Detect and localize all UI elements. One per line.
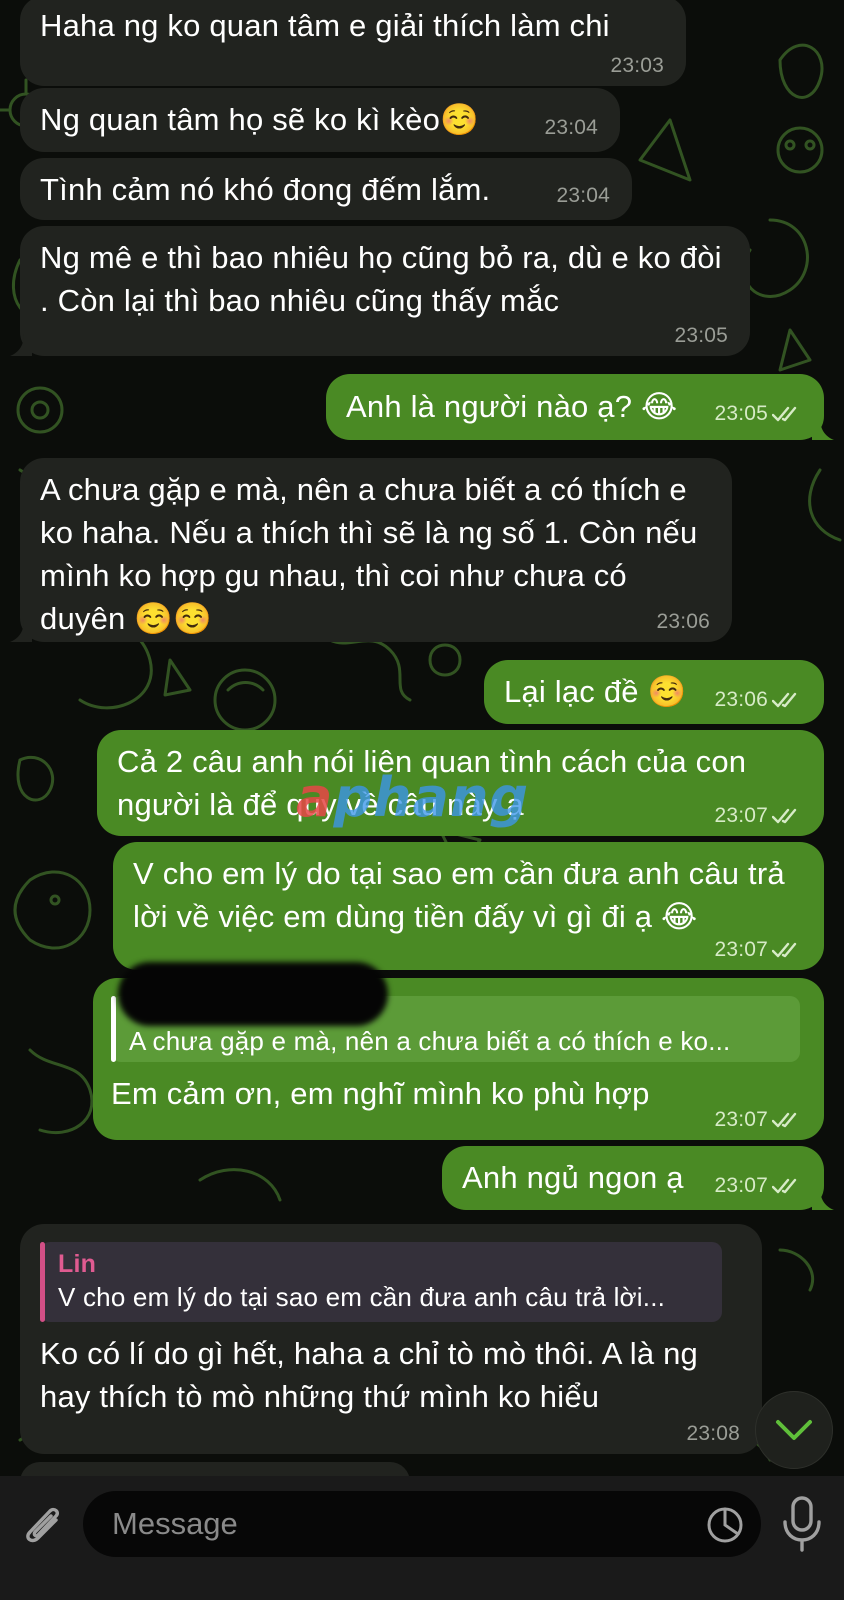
message-text: A chưa gặp e mà, nên a chưa biết a có th… [40,472,698,636]
paperclip-icon[interactable] [18,1498,68,1552]
microphone-icon[interactable] [781,1494,823,1554]
redaction-mark [118,962,388,1026]
bubble-tail [10,334,32,356]
message-time: 23:04 [544,116,598,139]
message-text: Haha ng ko quan tâm e giải thích làm chi [40,8,610,43]
double-check-icon [772,942,797,958]
incoming-message[interactable]: Ng quan tâm họ sẽ ko kì kèo☺️ 23:04 [20,88,620,152]
message-list[interactable]: Haha ng ko quan tâm e giải thích làm chi… [0,0,844,1502]
incoming-message[interactable]: Tình cảm nó khó đong đếm lắm. 23:04 [20,158,632,220]
message-time: 23:07 [714,1174,802,1198]
reply-quote[interactable]: Lin V cho em lý do tại sao em cần đưa an… [40,1242,722,1322]
incoming-message[interactable]: Ng mê e thì bao nhiêu họ cũng bỏ ra, dù … [10,226,750,356]
incoming-message[interactable]: A chưa gặp e mà, nên a chưa biết a có th… [10,458,732,642]
bubble-tail [812,418,834,440]
double-check-icon [772,692,797,708]
reply-sender-name: Lin [58,1250,97,1278]
outgoing-message[interactable]: Anh ngủ ngon ạ 23:07 [442,1146,834,1210]
double-check-icon [772,1178,797,1194]
message-time: 23:07 [714,1108,802,1132]
outgoing-message[interactable]: Anh là người nào ạ? 😂 23:05 [326,374,834,440]
chevron-down-icon [776,1420,812,1440]
scroll-to-bottom-button[interactable] [755,1391,833,1469]
message-composer [0,1476,844,1600]
message-input-field[interactable] [83,1491,761,1557]
sticker-icon[interactable] [706,1506,744,1544]
message-text: V cho em lý do tại sao em cần đưa anh câ… [133,856,785,934]
message-time: 23:03 [610,54,664,77]
message-time: 23:08 [686,1422,740,1445]
double-check-icon [772,406,797,422]
incoming-message[interactable]: Haha ng ko quan tâm e giải thích làm chi… [20,0,686,86]
message-time: 23:06 [656,610,710,633]
watermark-logo: aphang [296,766,530,829]
message-text: Em cảm ơn, em nghĩ mình ko phù hợp [111,1076,650,1111]
message-time: 23:05 [674,324,728,347]
double-check-icon [772,808,797,824]
message-text: Tình cảm nó khó đong đếm lắm. [40,172,491,207]
bubble-tail [812,1188,834,1210]
reply-quote-text: V cho em lý do tại sao em cần đưa anh câ… [58,1282,666,1312]
incoming-message[interactable]: Lin V cho em lý do tại sao em cần đưa an… [20,1224,762,1454]
message-text: Ko có lí do gì hết, haha a chỉ tò mò thô… [40,1336,698,1414]
bubble-tail [10,620,32,642]
outgoing-message[interactable]: Lại lạc đề ☺️ 23:06 [484,660,824,724]
message-time: 23:05 [714,402,802,426]
outgoing-message[interactable]: V cho em lý do tại sao em cần đưa anh câ… [113,842,824,970]
message-time: 23:06 [714,688,802,712]
double-check-icon [772,1112,797,1128]
reply-quote-text: A chưa gặp e mà, nên a chưa biết a có th… [129,1026,731,1056]
message-time: 23:04 [556,184,610,207]
message-time: 23:07 [714,804,802,828]
message-input[interactable] [110,1505,674,1543]
message-time: 23:07 [714,938,802,962]
message-text: Ng quan tâm họ sẽ ko kì kèo☺️ [40,102,479,137]
message-text: Ng mê e thì bao nhiêu họ cũng bỏ ra, dù … [40,240,722,318]
